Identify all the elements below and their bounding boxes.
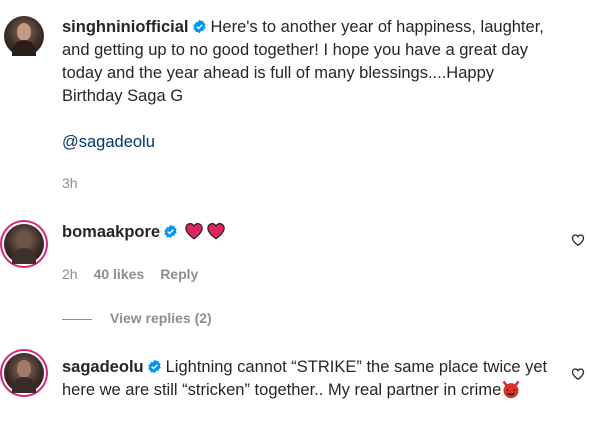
heart-outline-icon[interactable] xyxy=(571,367,585,381)
avatar-singhniniofficial[interactable] xyxy=(4,16,44,56)
comment-username[interactable]: singhniniofficial xyxy=(62,18,189,36)
comment-time[interactable]: 2h xyxy=(62,266,78,282)
red-heart-emoji xyxy=(207,223,225,240)
comment-text-2: bomaakpore xyxy=(62,221,550,244)
comment-username[interactable]: bomaakpore xyxy=(62,223,160,241)
comment-text-3: sagadeolu Lightning cannot “STRIKE” the s… xyxy=(62,356,552,402)
comment-text-1: singhniniofficial Here's to another year … xyxy=(62,16,550,108)
verified-badge-icon xyxy=(192,19,206,34)
verified-badge-icon xyxy=(147,359,161,374)
comment-username[interactable]: sagadeolu xyxy=(62,358,144,376)
smiling-devil-emoji xyxy=(502,380,520,399)
comment-meta: 3h xyxy=(62,175,94,191)
comment-time[interactable]: 3h xyxy=(62,175,78,191)
avatar-sagadeolu[interactable] xyxy=(4,353,44,393)
verified-badge-icon xyxy=(164,224,177,239)
red-heart-emoji xyxy=(185,223,203,240)
avatar-bomaakpore[interactable] xyxy=(4,224,44,264)
comment-meta: 2h 40 likes Reply xyxy=(62,266,214,282)
likes-count[interactable]: 40 likes xyxy=(94,266,145,282)
comment-bomaakpore: bomaakpore 2h 40 likes Reply View replies … xyxy=(0,210,589,330)
reply-button[interactable]: Reply xyxy=(160,266,198,282)
comment-singhniniofficial: singhniniofficial Here's to another year … xyxy=(0,0,589,200)
mention-link[interactable]: @sagadeolu xyxy=(62,131,550,154)
comment-sagadeolu: sagadeolu Lightning cannot “STRIKE” the s… xyxy=(0,340,589,432)
view-replies-label: View replies (2) xyxy=(110,310,212,326)
heart-outline-icon[interactable] xyxy=(571,233,585,247)
divider-line xyxy=(62,318,92,320)
view-replies-button[interactable]: View replies (2) xyxy=(62,310,212,326)
